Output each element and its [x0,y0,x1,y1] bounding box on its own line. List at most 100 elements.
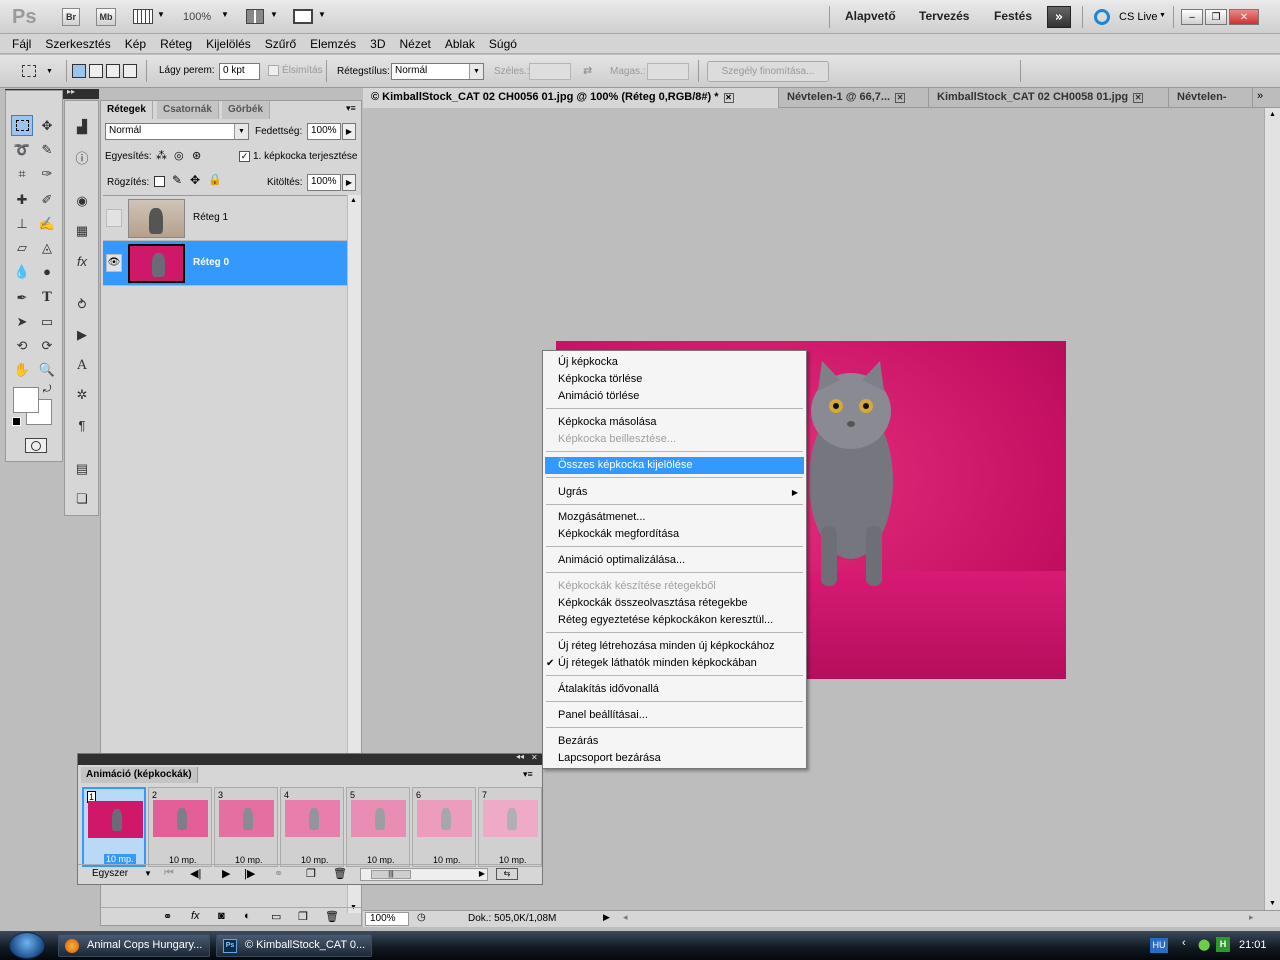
notes-icon[interactable]: ▤ [71,459,93,479]
tab-doc-nevtelen[interactable]: Névtelen- [1169,88,1253,108]
layer-row-reteg-0[interactable]: 👁 Réteg 0 [103,241,347,286]
language-indicator[interactable]: HU [1150,938,1168,953]
animation-icon[interactable]: ▶ [71,325,93,345]
duplicate-frame-icon[interactable]: ❐ [306,867,316,880]
menu-item-copy-frame[interactable]: Képkocka másolása [545,414,804,431]
workspace-alapveto[interactable]: Alapvető [845,9,896,23]
frame-6[interactable]: 6 10 mp. [412,787,476,867]
close-icon[interactable]: ✕ [531,753,538,762]
scroll-thumb[interactable]: ||| [371,870,411,879]
frame-1[interactable]: 1 10 mp. [82,787,146,867]
collapse-icon[interactable]: ◂◂ [516,752,524,761]
menu-item-panel-options[interactable]: Panel beállításai... [545,707,804,724]
menu-item-new-frame[interactable]: Új képkocka [545,354,804,371]
lock-pixels-icon[interactable]: ✎ [172,173,182,187]
blend-mode-select[interactable]: Normál ▼ [105,123,249,140]
tray-app-icon[interactable]: H [1216,937,1230,952]
intersect-selection-icon[interactable] [123,64,137,78]
lock-all-icon[interactable]: 🔒 [208,173,222,186]
dodge-tool-icon[interactable]: ● [36,261,58,282]
pen-tool-icon[interactable]: ✒ [11,287,33,308]
menu-item-optimize-animation[interactable]: Animáció optimalizálása... [545,552,804,569]
menu-item-close-tab-group[interactable]: Lapcsoport bezárása [545,750,804,767]
more-tabs-icon[interactable]: » [1257,90,1263,102]
clock[interactable]: 21:01 [1239,939,1267,951]
fx-icon[interactable]: fx [191,910,200,922]
menu-reteg[interactable]: Réteg [153,34,199,54]
layer-row-reteg-1[interactable]: Réteg 1 [103,196,347,241]
tab-doc-nevtelen-1[interactable]: Névtelen-1 @ 66,7... ✕ [779,88,929,108]
next-frame-icon[interactable]: |▶ [244,867,255,880]
status-zoom[interactable]: 100% [365,912,409,926]
swap-colors-icon[interactable]: ⤾ [43,384,51,395]
swap-icon[interactable]: ⇄ [583,64,592,77]
visibility-toggle[interactable] [106,209,122,227]
tween-icon[interactable]: ⚭ [274,867,283,880]
scroll-right-icon[interactable]: ▶ [479,869,485,878]
scroll-up-icon[interactable]: ▲ [1269,111,1276,118]
menu-3d[interactable]: 3D [363,34,392,54]
zoom-level[interactable]: 100% [183,11,211,23]
arrange-documents-icon[interactable] [246,9,264,24]
scroll-up-icon[interactable]: ▲ [350,197,357,204]
styles-icon[interactable]: fx [71,251,93,271]
height-input[interactable] [647,63,689,80]
fill-slider-arrow[interactable]: ▶ [342,174,356,191]
new-selection-icon[interactable] [72,64,86,78]
actions-icon[interactable]: ⥁ [71,295,93,315]
new-layer-icon[interactable]: ❐ [298,910,308,923]
feather-input[interactable]: 0 kpt [219,63,260,80]
view-extras-icon[interactable] [133,9,153,24]
tab-curves[interactable]: Görbék [222,101,271,119]
opacity-slider-arrow[interactable]: ▶ [342,123,356,140]
tab-doc-ch0058[interactable]: KimballStock_CAT 02 CH0058 01.jpg ✕ [929,88,1169,108]
brush-tool-icon[interactable]: ✐ [36,189,58,210]
move-tool-icon[interactable]: ✥ [36,115,58,136]
default-colors-icon[interactable] [12,417,21,426]
clone-source-icon[interactable]: ❏ [71,489,93,509]
eye-icon[interactable]: 👁 [106,254,122,272]
color-icon[interactable]: ◉ [71,191,93,211]
tray-network-icon[interactable]: ⬤ [1198,938,1210,951]
menu-item-select-all-frames[interactable]: Összes képkocka kijelölése [545,457,804,474]
fill-input[interactable]: 100% [307,174,341,191]
play-icon[interactable]: ▶ [222,867,230,880]
marquee-tool-preset-icon[interactable] [22,65,36,77]
close-button[interactable]: ✕ [1229,9,1259,25]
scroll-down-icon[interactable]: ▼ [1269,900,1276,907]
menu-item-flatten-frames[interactable]: Képkockák összeolvasztása rétegekbe [545,595,804,612]
start-button[interactable] [9,932,45,959]
link-layers-icon[interactable]: ⚭ [163,910,172,923]
menu-item-new-layers-visible[interactable]: ✔ Új rétegek láthatók minden képkockában [545,655,804,672]
unify-position-icon[interactable]: ⁂ [156,149,167,162]
frame-2[interactable]: 2 10 mp. [148,787,212,867]
mini-bridge-button[interactable]: Mb [96,8,116,26]
3d-orbit-icon[interactable]: ⟳ [36,335,58,356]
close-icon[interactable]: ✕ [1133,93,1144,103]
brushes-icon[interactable]: ✲ [71,385,93,405]
shape-tool-icon[interactable]: ▭ [36,311,58,332]
paragraph-icon[interactable]: ¶ [71,415,93,435]
menu-elemzes[interactable]: Elemzés [303,34,363,54]
lock-transparency-icon[interactable] [154,176,165,187]
lasso-tool-icon[interactable]: ➰ [11,139,33,160]
menu-kep[interactable]: Kép [118,34,153,54]
refine-edge-button[interactable]: Szegély finomítása... [707,61,829,82]
quick-mask-icon[interactable] [25,438,47,453]
menu-item-create-new-layer[interactable]: Új réteg létrehozása minden új képkockáh… [545,638,804,655]
cs-live-button[interactable]: CS Live [1119,11,1158,23]
expand-icon[interactable]: ▸▸ [67,87,75,96]
bridge-button[interactable]: Br [62,8,80,26]
first-frame-icon[interactable]: ⏮ [164,867,174,880]
history-brush-icon[interactable]: ✍ [36,213,58,234]
menu-item-reverse-frames[interactable]: Képkockák megfordítása [545,526,804,543]
document-scrollbar[interactable]: ▲ ▼ [1264,108,1280,910]
3d-rotate-icon[interactable]: ⟲ [11,335,33,356]
clone-stamp-icon[interactable]: ⊥ [11,213,33,234]
minimize-button[interactable]: – [1181,9,1203,25]
crop-tool-icon[interactable]: ⌗ [11,163,33,184]
frames-scrollbar[interactable]: ||| ▶ [360,868,488,881]
opacity-input[interactable]: 100% [307,123,341,140]
tab-animation[interactable]: Animáció (képkockák) [81,767,198,783]
trash-icon[interactable]: 🗑 [333,867,347,880]
